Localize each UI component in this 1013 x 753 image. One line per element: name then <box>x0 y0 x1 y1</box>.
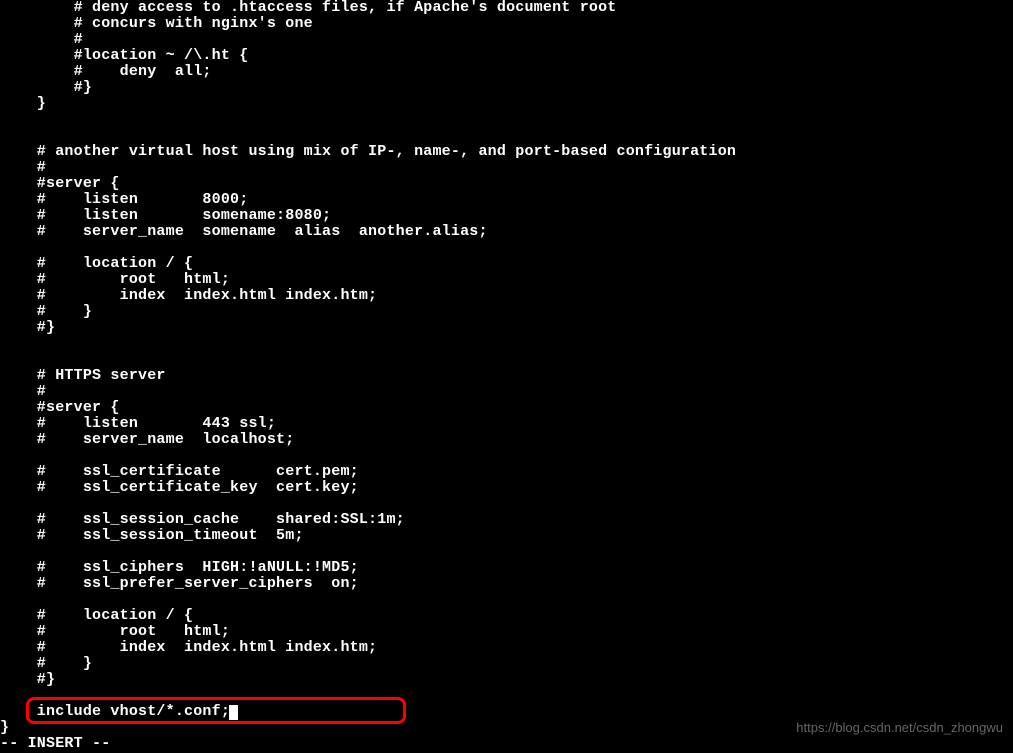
code-line <box>0 336 1013 352</box>
code-line: # ssl_session_cache shared:SSL:1m; <box>0 512 1013 528</box>
code-line <box>0 240 1013 256</box>
code-line: # listen 443 ssl; <box>0 416 1013 432</box>
code-line <box>0 128 1013 144</box>
code-line: # location / { <box>0 608 1013 624</box>
code-line: # ssl_certificate cert.pem; <box>0 464 1013 480</box>
code-line: # <box>0 384 1013 400</box>
code-line: # location / { <box>0 256 1013 272</box>
code-line <box>0 544 1013 560</box>
code-line: # another virtual host using mix of IP-,… <box>0 144 1013 160</box>
code-line <box>0 352 1013 368</box>
code-line: # HTTPS server <box>0 368 1013 384</box>
code-line <box>0 112 1013 128</box>
code-line: # listen somename:8080; <box>0 208 1013 224</box>
code-line: } <box>0 96 1013 112</box>
code-line: # server_name somename alias another.ali… <box>0 224 1013 240</box>
terminal-editor[interactable]: # deny access to .htaccess files, if Apa… <box>0 0 1013 752</box>
code-line: # deny access to .htaccess files, if Apa… <box>0 0 1013 16</box>
code-line: # root html; <box>0 272 1013 288</box>
code-line: #server { <box>0 176 1013 192</box>
code-line <box>0 688 1013 704</box>
code-line <box>0 592 1013 608</box>
code-line: # } <box>0 656 1013 672</box>
code-line: #} <box>0 80 1013 96</box>
code-line: # <box>0 160 1013 176</box>
code-line: # ssl_prefer_server_ciphers on; <box>0 576 1013 592</box>
text-cursor <box>229 705 238 720</box>
code-line: # listen 8000; <box>0 192 1013 208</box>
code-line: # index index.html index.htm; <box>0 288 1013 304</box>
code-line: # } <box>0 304 1013 320</box>
code-line: # index index.html index.htm; <box>0 640 1013 656</box>
code-line: #} <box>0 672 1013 688</box>
code-line: include vhost/*.conf; <box>0 704 1013 720</box>
code-line: #server { <box>0 400 1013 416</box>
code-line: # concurs with nginx's one <box>0 16 1013 32</box>
code-line: # server_name localhost; <box>0 432 1013 448</box>
watermark-text: https://blog.csdn.net/csdn_zhongwu <box>796 721 1003 735</box>
code-line: # deny all; <box>0 64 1013 80</box>
vim-mode-status: -- INSERT -- <box>0 736 1013 752</box>
code-line: #location ~ /\.ht { <box>0 48 1013 64</box>
code-line: # <box>0 32 1013 48</box>
code-line: #} <box>0 320 1013 336</box>
code-line <box>0 496 1013 512</box>
code-line: # ssl_ciphers HIGH:!aNULL:!MD5; <box>0 560 1013 576</box>
code-line: # ssl_certificate_key cert.key; <box>0 480 1013 496</box>
code-line: # root html; <box>0 624 1013 640</box>
code-line: # ssl_session_timeout 5m; <box>0 528 1013 544</box>
code-line <box>0 448 1013 464</box>
